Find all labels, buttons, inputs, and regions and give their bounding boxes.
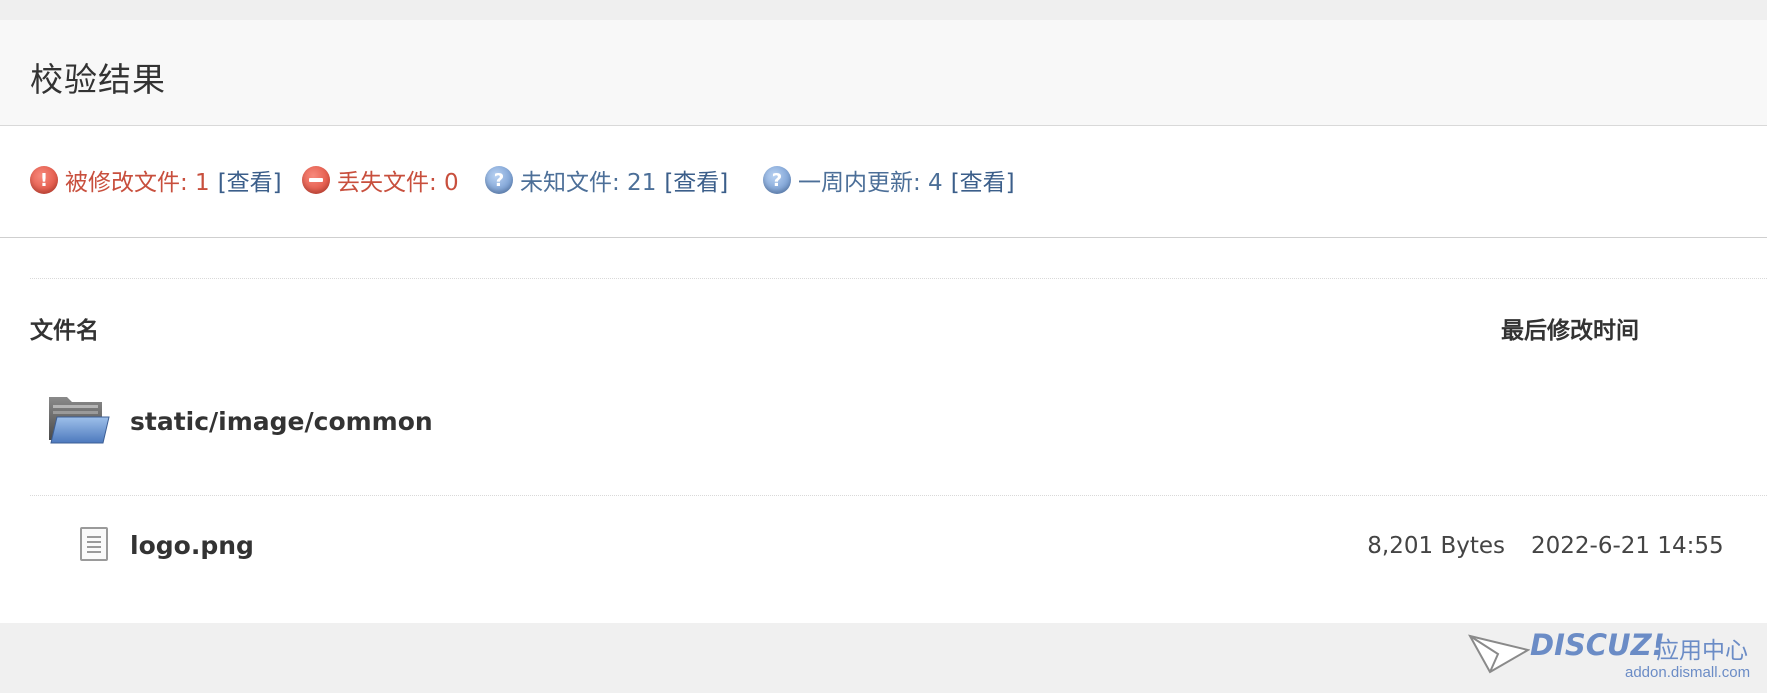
minus-icon [302,166,330,194]
question-icon: ? [485,166,513,194]
directory-name: static/image/common [130,407,433,436]
unknown-count: 未知文件: 21 [520,170,657,196]
divider [30,278,1767,279]
summary-missing: 丢失文件: 0 [302,165,459,196]
file-modified-time: 2022-6-21 14:55 [1531,533,1724,559]
file-row: logo.png 8,201 Bytes 2022-6-21 14:55 [30,515,1767,575]
divider [30,495,1767,496]
summary-bar: ! 被修改文件: 1 [查看] 丢失文件: 0 ? 未知文件: 21 [查看] … [0,127,1767,238]
summary-week: ? 一周内更新: 4 [查看] [763,163,1015,197]
top-strip [0,0,1767,20]
summary-modified: ! 被修改文件: 1 [查看] [30,163,282,197]
panel-title: 校验结果 [30,60,166,99]
check-result-panel: 校验结果 ! 被修改文件: 1 [查看] 丢失文件: 0 ? 未知文件: 21 … [0,20,1767,623]
view-week-link[interactable]: [查看] [951,163,1015,197]
filename-header: 文件名 [30,318,99,344]
panel-header: 校验结果 [0,20,1767,126]
file-icon [80,527,108,561]
folder-icon [49,397,110,444]
view-unknown-link[interactable]: [查看] [664,163,728,197]
week-count: 一周内更新: 4 [798,170,943,196]
discuz-addon-logo: DISCUZ! 应用中心 addon.dismall.com [1468,628,1758,688]
question-icon: ? [763,166,791,194]
directory-row: static/image/common [30,385,1767,465]
modified-count: 被修改文件: 1 [65,170,210,196]
warning-icon: ! [30,166,58,194]
logo-brand: DISCUZ! [1530,628,1665,662]
paper-plane-icon [1468,634,1530,674]
file-name: logo.png [130,531,254,560]
summary-unknown: ? 未知文件: 21 [查看] [485,163,728,197]
file-size: 8,201 Bytes [1367,533,1505,559]
logo-url: addon.dismall.com [1625,664,1751,681]
modified-time-header: 最后修改时间 [1501,318,1639,344]
view-modified-link[interactable]: [查看] [218,163,282,197]
logo-cn: 应用中心 [1656,638,1748,664]
missing-count: 丢失文件: 0 [337,170,459,196]
